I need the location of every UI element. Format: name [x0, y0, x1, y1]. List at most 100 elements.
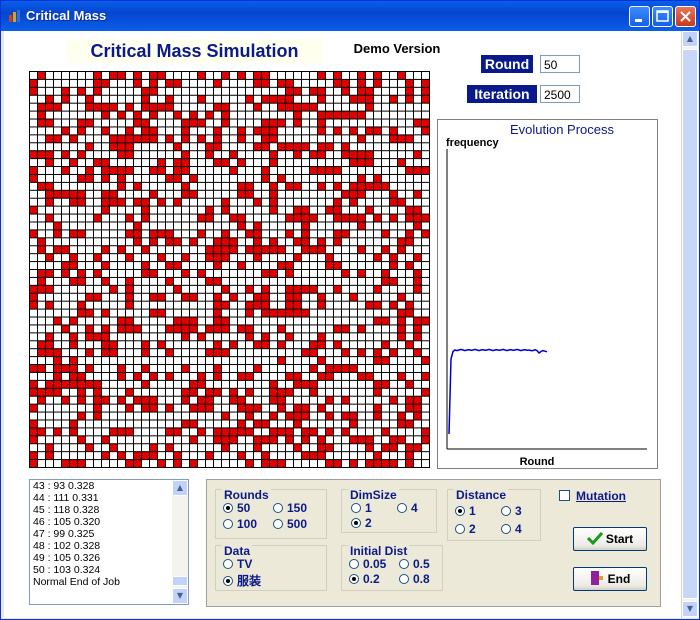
rounds-option-500[interactable]: 500: [273, 517, 307, 531]
grid-cell: [198, 143, 205, 151]
distance-option-3[interactable]: 3: [501, 504, 522, 518]
data-option-tv[interactable]: TV: [223, 557, 252, 571]
grid-cell: [126, 301, 133, 309]
grid-cell: [126, 341, 133, 349]
grid-cell: [182, 365, 189, 372]
grid-cell: [310, 420, 317, 428]
grid-cell: [382, 135, 389, 143]
grid-cell: [390, 230, 397, 238]
rounds-option-50[interactable]: 50: [223, 501, 250, 515]
grid-cell: [190, 190, 197, 198]
window-scrollbar[interactable]: ▲ ▼: [681, 31, 699, 618]
data-option-clothing[interactable]: 服装: [223, 572, 261, 589]
grid-cell: [246, 151, 253, 159]
distance-option-2[interactable]: 2: [455, 522, 476, 536]
dimsize-option-2[interactable]: 2: [351, 516, 372, 530]
grid-cell: [150, 270, 157, 277]
grid-cell: [358, 396, 365, 404]
log-listbox[interactable]: 43 : 93 0.328 44 : 111 0.331 45 : 118 0.32…: [29, 479, 189, 605]
grid-cell: [182, 151, 189, 159]
log-scroll-thumb[interactable]: [172, 576, 188, 586]
grid-cell: [46, 270, 53, 277]
scroll-up-icon[interactable]: ▲: [682, 31, 698, 47]
grid-cell: [262, 190, 269, 198]
grid-cell: [422, 254, 429, 262]
maximize-button[interactable]: [652, 6, 673, 27]
grid-cell: [86, 404, 93, 412]
dimsize-option-1[interactable]: 1: [351, 501, 372, 515]
mutation-checkbox[interactable]: Mutation: [559, 489, 653, 505]
rounds-option-150[interactable]: 150: [273, 501, 307, 515]
distance-option-1[interactable]: 1: [455, 504, 476, 518]
grid-cell: [358, 190, 365, 198]
end-button[interactable]: End: [573, 567, 647, 591]
grid-cell: [262, 159, 269, 167]
grid-cell: [182, 357, 189, 365]
grid-cell: [166, 182, 173, 190]
initial-dist-option-005[interactable]: 0.05: [349, 557, 386, 571]
iteration-input[interactable]: 2500: [540, 85, 580, 103]
grid-cell: [214, 380, 221, 388]
grid-cell: [54, 293, 61, 301]
initial-dist-option-08[interactable]: 0.8: [399, 572, 430, 586]
grid-cell: [286, 151, 293, 159]
grid-cell: [158, 214, 165, 222]
grid-cell: [318, 341, 325, 349]
grid-cell: [286, 143, 293, 151]
initial-dist-option-02[interactable]: 0.2: [349, 572, 380, 586]
grid-cell: [158, 182, 165, 190]
title-bar[interactable]: Critical Mass: [1, 1, 699, 31]
grid-cell: [326, 436, 333, 444]
grid-cell: [214, 309, 221, 317]
initial-dist-option-05[interactable]: 0.5: [399, 557, 430, 571]
grid-cell: [230, 372, 237, 380]
grid-cell: [142, 341, 149, 349]
grid-cell: [198, 404, 205, 412]
grid-cell: [62, 190, 69, 198]
grid-cell: [142, 365, 149, 372]
grid-cell: [406, 317, 413, 325]
grid-cell: [230, 167, 237, 174]
start-button[interactable]: Start: [573, 527, 647, 551]
grid-cell: [254, 452, 261, 460]
close-button[interactable]: [675, 6, 696, 27]
grid-cell: [150, 127, 157, 135]
grid-cell: [190, 357, 197, 365]
grid-cell: [118, 111, 125, 119]
grid-cell: [30, 135, 37, 143]
grid-cell: [190, 119, 197, 127]
dimsize-option-4[interactable]: 4: [397, 501, 418, 515]
grid-cell: [286, 222, 293, 230]
grid-cell: [318, 87, 325, 95]
grid-cell: [390, 285, 397, 293]
grid-cell: [38, 270, 45, 277]
grid-cell: [270, 222, 277, 230]
grid-cell: [366, 388, 373, 396]
grid-cell: [422, 174, 429, 182]
grid-cell: [366, 317, 373, 325]
grid-cell: [334, 95, 341, 103]
grid-cell: [174, 380, 181, 388]
distance-option-4[interactable]: 4: [501, 522, 522, 536]
grid-cell: [118, 285, 125, 293]
scroll-down-icon[interactable]: ▼: [682, 601, 698, 617]
grid-cell: [38, 262, 45, 269]
round-input[interactable]: 50: [540, 55, 580, 73]
grid-cell: [206, 404, 213, 412]
grid-cell: [86, 372, 93, 380]
grid-cell: [374, 372, 381, 380]
scroll-thumb[interactable]: [682, 49, 698, 599]
grid-cell: [254, 159, 261, 167]
log-scroll-down-icon[interactable]: ▼: [172, 588, 188, 604]
grid-cell: [230, 262, 237, 269]
minimize-button[interactable]: [629, 6, 650, 27]
grid-cell: [422, 357, 429, 365]
grid-cell: [70, 444, 77, 452]
grid-cell: [118, 174, 125, 182]
log-scrollbar[interactable]: ▲ ▼: [172, 480, 188, 604]
log-scroll-up-icon[interactable]: ▲: [172, 480, 188, 496]
grid-cell: [30, 309, 37, 317]
rounds-option-100[interactable]: 100: [223, 517, 257, 531]
grid-cell: [126, 380, 133, 388]
grid-cell: [326, 95, 333, 103]
